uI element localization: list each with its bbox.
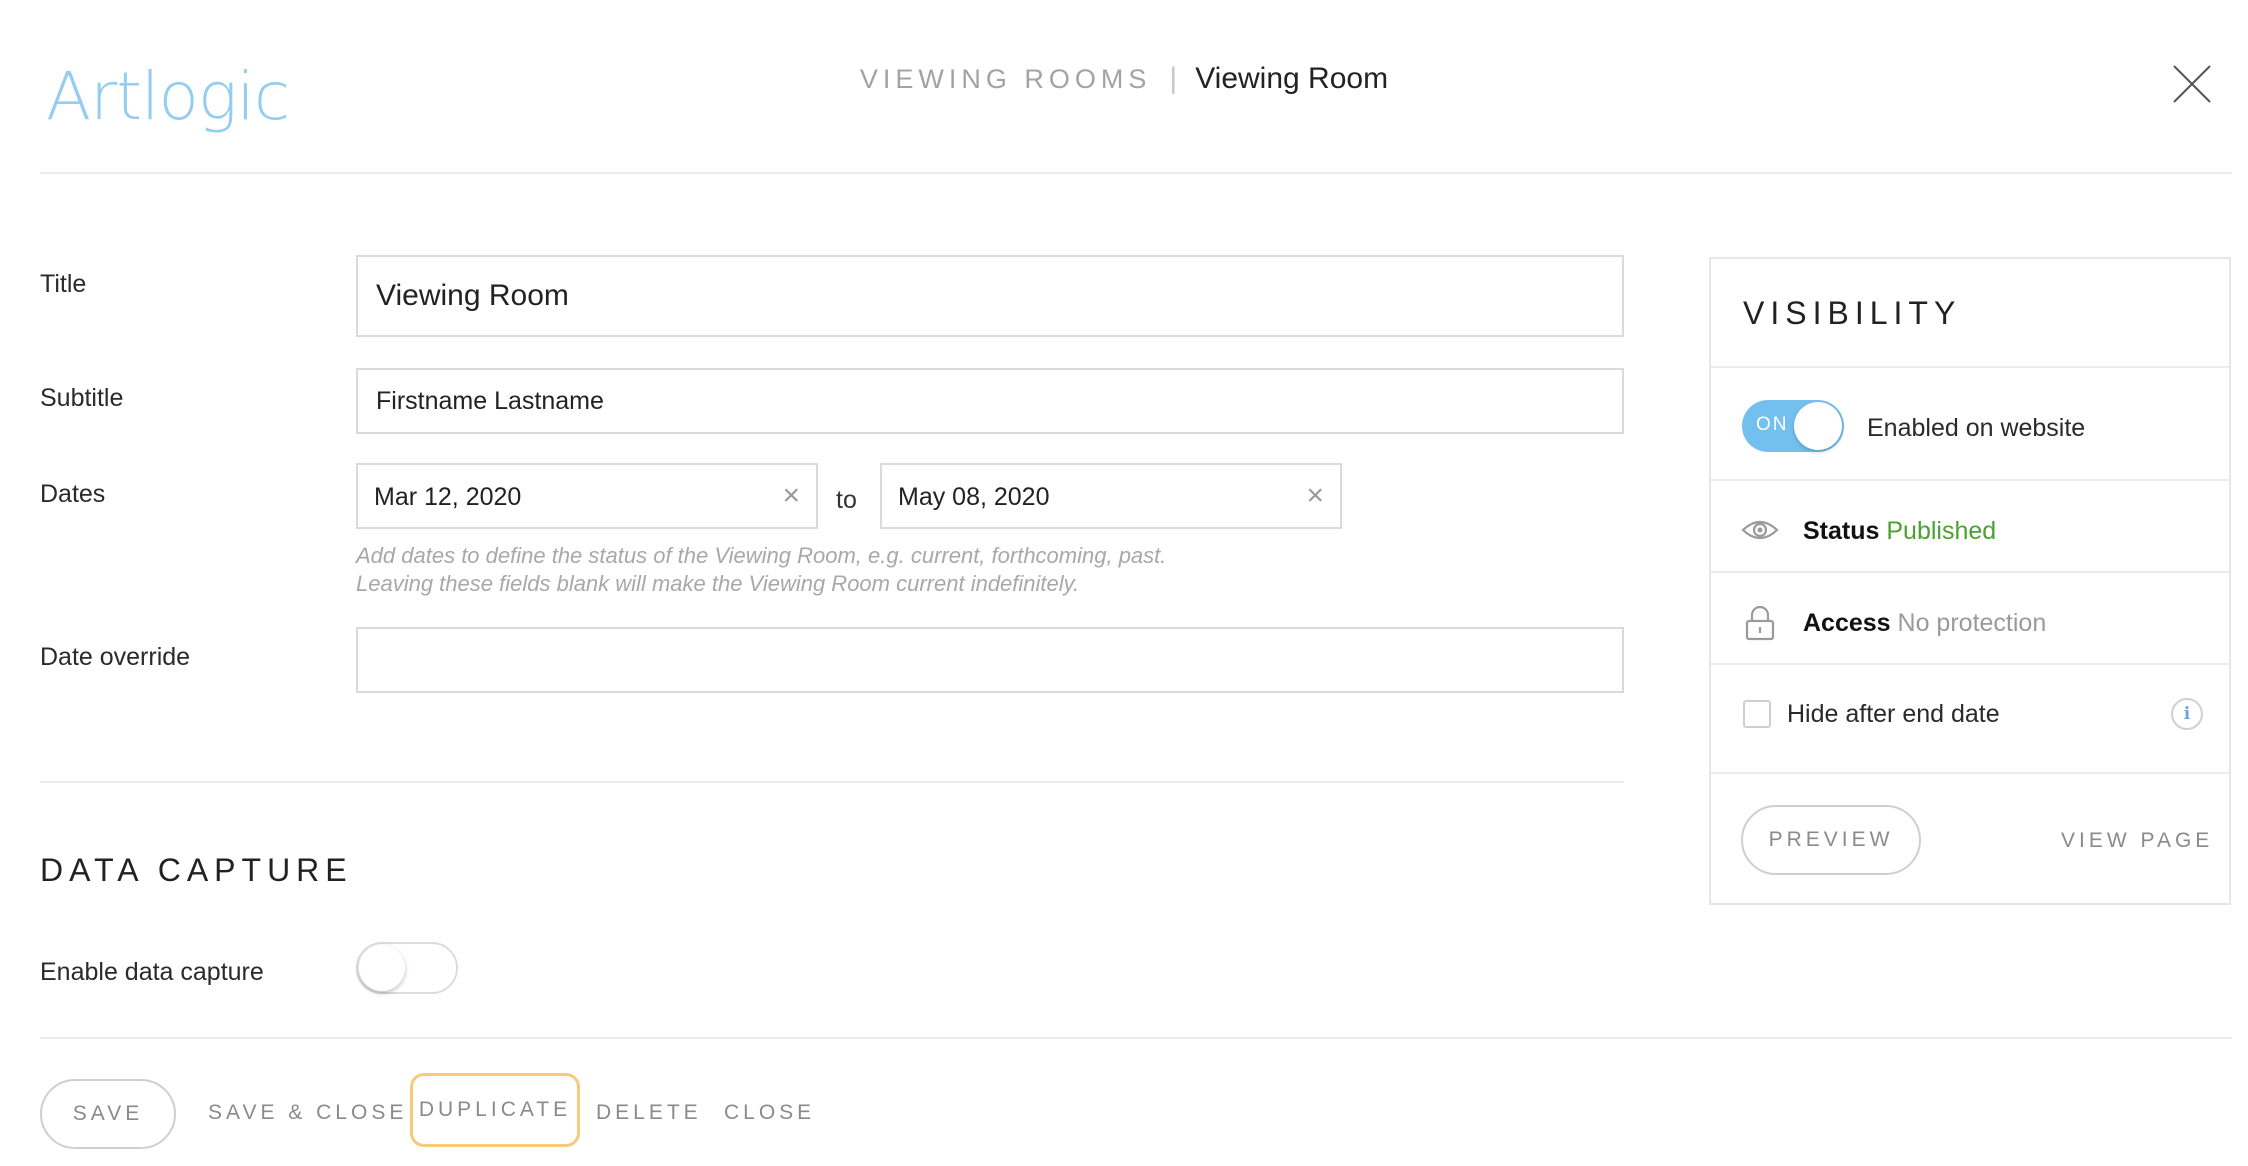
end-date-field[interactable]: May 08, 2020 × <box>880 463 1342 529</box>
preview-button[interactable]: PREVIEW <box>1741 805 1921 875</box>
title-label: Title <box>40 270 87 298</box>
toggle-knob <box>359 945 405 991</box>
to-label: to <box>836 486 857 514</box>
toggle-knob <box>1794 402 1842 450</box>
date-override-label: Date override <box>40 643 191 671</box>
website-toggle[interactable]: ON <box>1742 400 1844 452</box>
eye-icon <box>1741 517 1779 548</box>
clear-start-date-icon[interactable]: × <box>782 479 800 513</box>
divider <box>1711 366 2229 368</box>
toggle-on-label: ON <box>1756 414 1789 435</box>
clear-end-date-icon[interactable]: × <box>1306 479 1324 513</box>
dates-hint-line1: Add dates to define the status of the Vi… <box>356 543 1167 568</box>
divider <box>1711 772 2229 774</box>
data-capture-title: DATA CAPTURE <box>40 852 353 888</box>
save-button[interactable]: SAVE <box>40 1079 176 1149</box>
close-icon[interactable] <box>2170 62 2214 106</box>
start-date-value: Mar 12, 2020 <box>374 483 522 511</box>
title-input[interactable] <box>356 255 1624 337</box>
duplicate-button[interactable]: DUPLICATE <box>410 1073 580 1147</box>
delete-button[interactable]: DELETE <box>596 1101 702 1125</box>
hide-after-end-date-label: Hide after end date <box>1787 700 2000 728</box>
data-capture-toggle[interactable] <box>356 942 458 994</box>
subtitle-input[interactable] <box>356 368 1624 434</box>
breadcrumb-viewing-rooms[interactable]: VIEWING ROOMS <box>860 64 1152 94</box>
info-icon[interactable]: i <box>2171 698 2203 730</box>
enabled-on-website-label: Enabled on website <box>1867 414 2086 442</box>
divider <box>1711 479 2229 481</box>
save-close-button[interactable]: SAVE & CLOSE <box>208 1101 407 1125</box>
view-page-button[interactable]: VIEW PAGE <box>2061 829 2213 853</box>
status-row: Status Published <box>1803 517 1996 546</box>
end-date-value: May 08, 2020 <box>898 483 1050 511</box>
breadcrumb-current: Viewing Room <box>1195 62 1389 95</box>
divider <box>1711 663 2229 665</box>
visibility-panel: VISIBILITY ON Enabled on website Status … <box>1709 257 2231 905</box>
breadcrumb-separator: | <box>1169 62 1178 95</box>
divider <box>1711 571 2229 573</box>
visibility-title: VISIBILITY <box>1743 295 1962 331</box>
close-button[interactable]: CLOSE <box>724 1101 815 1125</box>
dates-hint-line2: Leaving these fields blank will make the… <box>356 571 1080 596</box>
status-value: Published <box>1886 517 1997 545</box>
subtitle-label: Subtitle <box>40 384 124 412</box>
access-label: Access <box>1803 609 1891 637</box>
hide-after-end-date-checkbox[interactable] <box>1743 700 1771 728</box>
access-value: No protection <box>1897 609 2047 637</box>
access-row: Access No protection <box>1803 609 2046 638</box>
start-date-field[interactable]: Mar 12, 2020 × <box>356 463 818 529</box>
enable-data-capture-label: Enable data capture <box>40 958 264 986</box>
footer-divider <box>40 1037 2232 1039</box>
date-override-input[interactable] <box>356 627 1624 693</box>
lock-icon <box>1745 605 1775 646</box>
header-divider <box>40 172 2232 174</box>
breadcrumb: VIEWING ROOMS | Viewing Room <box>0 62 2248 96</box>
dates-label: Dates <box>40 480 106 508</box>
status-label: Status <box>1803 517 1880 545</box>
form-divider <box>40 781 1624 783</box>
